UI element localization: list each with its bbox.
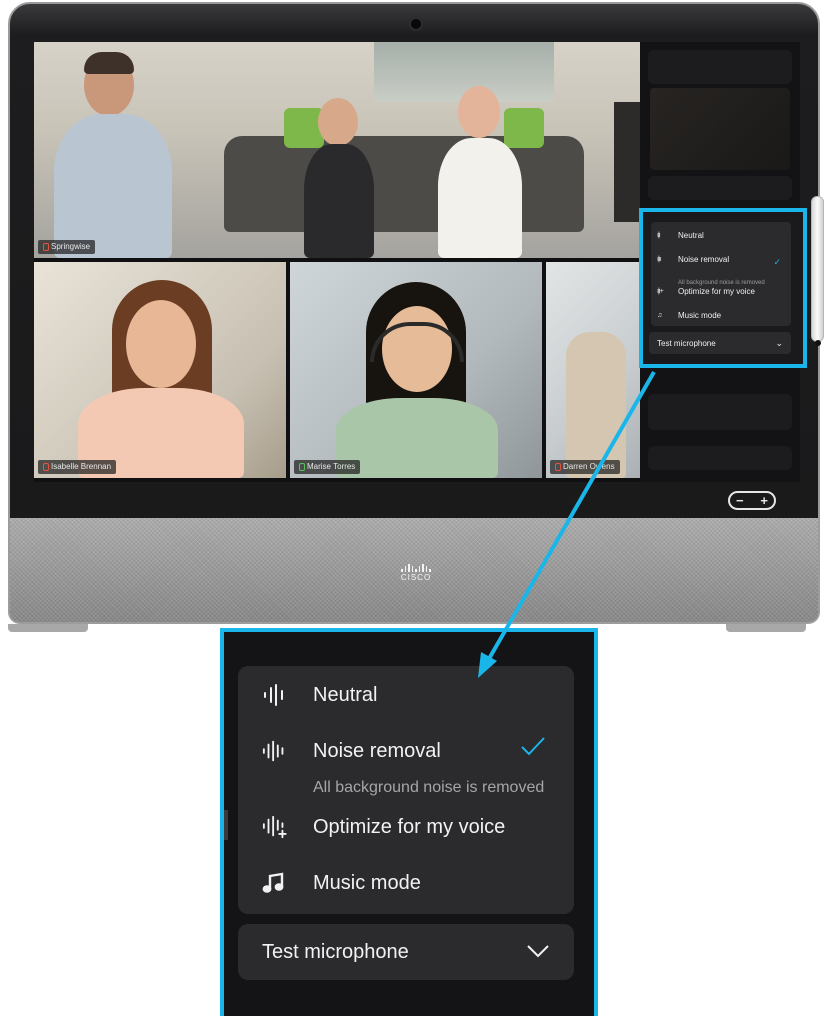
volume-up-button[interactable]: + [760,494,768,507]
microphone-muted-icon [554,463,561,471]
checkmark-icon [520,736,546,761]
video-tile-marise-torres[interactable]: Marise Torres [290,262,542,478]
video-tile-isabelle-brennan[interactable]: Isabelle Brennan [34,262,286,478]
audio-mode-menu-small: ı|ı Neutral ı|ıı Noise removal ✓ All bac… [651,222,791,326]
volume-down-button[interactable]: − [736,494,744,507]
device-foot-left [8,624,88,632]
stylus-pen [811,196,824,346]
test-microphone-label: Test microphone [262,940,409,963]
chevron-down-icon [526,941,550,964]
self-view-preview [650,88,790,170]
voice-optimize-icon [262,815,288,839]
speaker-grille: CISCO [8,518,820,624]
zoomed-audio-menu-panel: Neutral Noise removal All background noi… [220,628,598,1016]
participant-name: Springwise [51,242,91,251]
noise-removal-icon: ı|ıı [657,255,662,263]
participant-label: Springwise [38,240,96,254]
chevron-down-icon: ⌄ [775,337,783,348]
volume-control[interactable]: − + [728,491,776,510]
participant-name: Isabelle Brennan [51,462,112,471]
participant-label: Marise Torres [294,460,361,474]
participant-name: Darren Owens [563,462,615,471]
microphone-muted-icon [42,243,49,251]
audio-waveform-icon [262,684,288,706]
audio-mode-menu: Neutral Noise removal All background noi… [238,666,574,914]
menu-item-neutral[interactable]: ı|ı Neutral [657,228,704,242]
checkmark-icon: ✓ [773,257,781,267]
audio-waveform-icon: ı|ı [657,231,661,239]
camera-lens [411,19,421,29]
test-microphone-button-small[interactable]: Test microphone ⌄ [649,332,791,354]
menu-item-optimize-voice[interactable]: Optimize for my voice [262,812,505,842]
menu-item-noise-removal[interactable]: Noise removal [262,736,441,766]
menu-item-music-mode[interactable]: ♫ Music mode [657,308,721,322]
noise-removal-icon [262,740,288,762]
menu-item-neutral[interactable]: Neutral [262,680,377,710]
participant-label: Darren Owens [550,460,620,474]
microphone-icon [298,463,305,471]
video-tile-springwise[interactable]: Springwise [34,42,640,258]
cisco-logo: CISCO [389,564,443,582]
music-note-icon [262,872,288,894]
voice-optimize-icon: ı|ı+ [657,287,664,295]
menu-item-noise-removal[interactable]: ı|ıı Noise removal [657,252,729,266]
music-note-icon: ♫ [657,311,662,319]
menu-item-music-mode[interactable]: Music mode [262,868,421,898]
device-foot-right [726,624,806,632]
test-microphone-button[interactable]: Test microphone [238,924,574,980]
video-tile-darren-owens[interactable]: Darren Owens [546,262,640,478]
audio-mode-menu-highlight: ı|ı Neutral ı|ıı Noise removal ✓ All bac… [639,208,807,368]
participant-label: Isabelle Brennan [38,460,117,474]
microphone-muted-icon [42,463,49,471]
participant-name: Marise Torres [307,462,356,471]
menu-item-optimize-voice[interactable]: ı|ı+ Optimize for my voice [657,284,755,298]
noise-removal-description: All background noise is removed [313,779,545,796]
